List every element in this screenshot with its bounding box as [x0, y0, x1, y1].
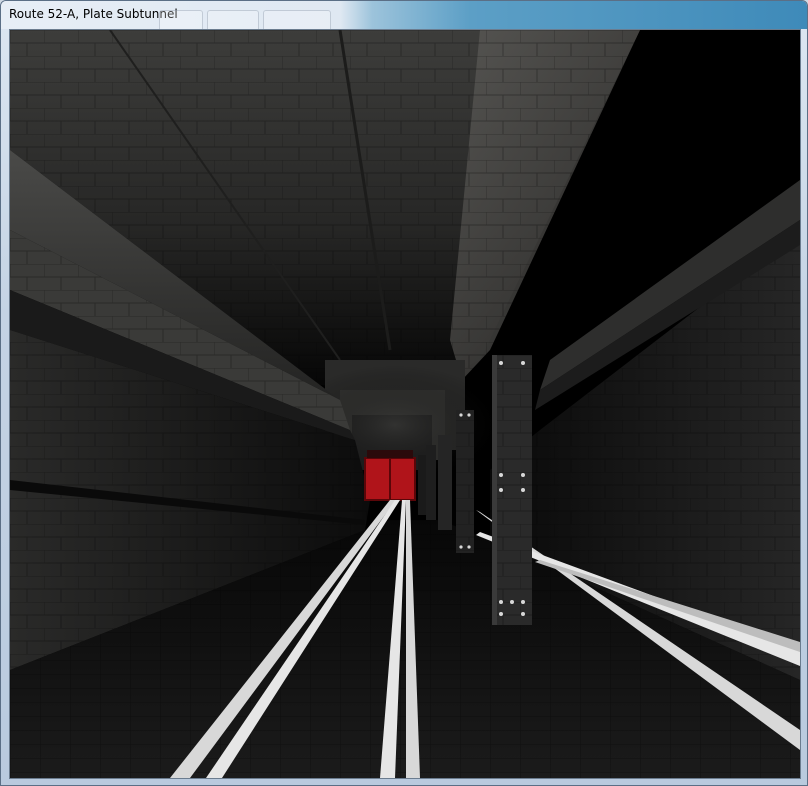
pillar-mid-texture — [456, 410, 474, 553]
pillar-bolt — [499, 612, 503, 616]
background-tab-ghost — [207, 10, 259, 29]
pillar-near-texture — [492, 355, 532, 625]
pillar-distant — [418, 455, 426, 515]
pillar-distant — [426, 445, 436, 520]
title-bar[interactable]: Route 52-A, Plate Subtunnel — [1, 1, 807, 29]
pillar-bolt — [510, 600, 514, 604]
application-window: Route 52-A, Plate Subtunnel — [0, 0, 808, 786]
window-title: Route 52-A, Plate Subtunnel — [9, 7, 178, 21]
end-door-lintel — [367, 450, 413, 458]
pillar-bolt — [521, 600, 525, 604]
pillar-bolt — [499, 488, 503, 492]
background-tab-ghost — [263, 10, 331, 29]
pillar-distant — [438, 435, 452, 530]
background-tab-ghost — [159, 10, 203, 29]
pillar-bolt — [521, 473, 525, 477]
pillar-near-edge — [492, 355, 497, 625]
pillar-bolt — [459, 413, 463, 417]
pillar-bolt — [521, 488, 525, 492]
pillar-bolt — [467, 545, 471, 549]
pillar-bolt — [521, 612, 525, 616]
pillar-bolt — [499, 361, 503, 365]
pillar-bolt — [467, 413, 471, 417]
game-viewport[interactable] — [9, 29, 801, 779]
pillar-bolt — [499, 473, 503, 477]
tunnel-scene — [10, 30, 800, 778]
pillar-bolt — [499, 600, 503, 604]
pillar-bolt — [459, 545, 463, 549]
pillar-bolt — [521, 361, 525, 365]
